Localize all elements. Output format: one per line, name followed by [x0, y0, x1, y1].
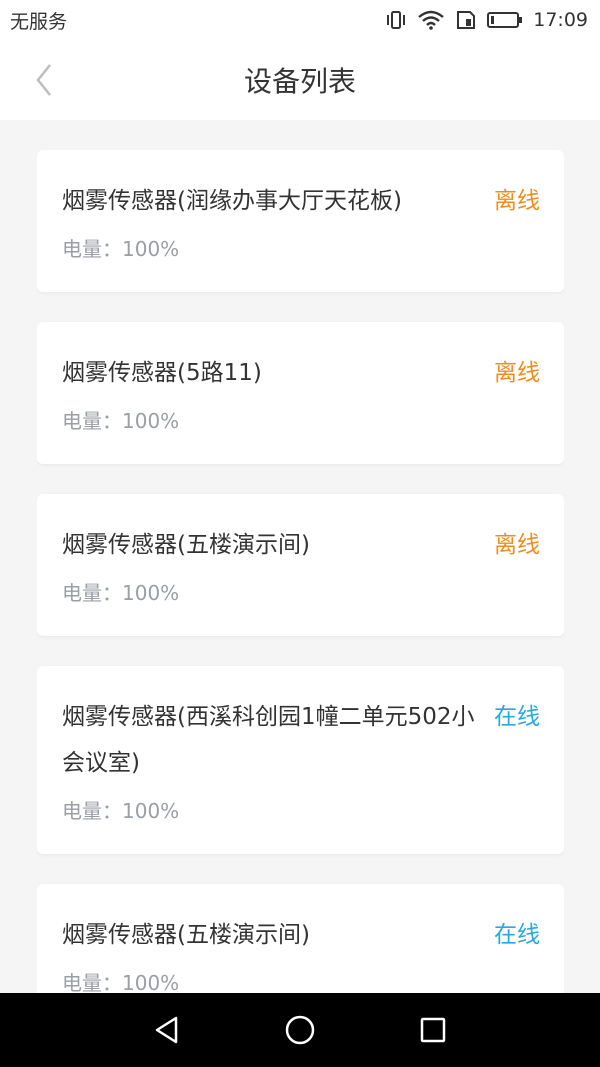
page-title: 设备列表: [243, 65, 356, 98]
device-list[interactable]: 烟雾传感器(润缘办事大厅天花板) 离线 电量： 100% 烟雾传感器(5路11) …: [37, 150, 564, 993]
back-triangle-icon: [155, 1016, 177, 1044]
battery-value: 100%: [122, 581, 180, 605]
battery-label: 电量：: [62, 237, 122, 261]
system-recents-button[interactable]: [413, 1010, 453, 1050]
battery-level: 电量： 100%: [62, 578, 540, 608]
app-header: 设备列表: [0, 40, 600, 120]
system-home-button[interactable]: [280, 1010, 320, 1050]
device-card[interactable]: 烟雾传感器(五楼演示间) 在线 电量： 100%: [37, 884, 564, 993]
status-bar: 无服务 17:09: [0, 0, 600, 40]
battery-icon: [487, 11, 523, 29]
battery-level: 电量： 100%: [62, 796, 540, 826]
device-card[interactable]: 烟雾传感器(西溪科创园1幢二单元502小会议室) 在线 电量： 100%: [37, 666, 564, 854]
battery-label: 电量：: [62, 409, 122, 433]
device-name: 烟雾传感器(5路11): [62, 360, 262, 386]
battery-level: 电量： 100%: [62, 406, 540, 436]
battery-level: 电量： 100%: [62, 234, 540, 264]
battery-value: 100%: [122, 799, 180, 823]
device-card[interactable]: 烟雾传感器(五楼演示间) 离线 电量： 100%: [37, 494, 564, 636]
device-status: 离线: [494, 360, 540, 386]
recents-square-icon: [421, 1017, 446, 1043]
chevron-left-icon: [36, 64, 51, 96]
device-name: 烟雾传感器(润缘办事大厅天花板): [62, 188, 402, 214]
device-name: 烟雾传感器(五楼演示间): [62, 532, 310, 558]
battery-value: 100%: [122, 237, 180, 261]
device-card[interactable]: 烟雾传感器(润缘办事大厅天花板) 离线 电量： 100%: [37, 150, 564, 292]
battery-level: 电量： 100%: [62, 968, 540, 993]
battery-value: 100%: [122, 409, 180, 433]
back-button[interactable]: [24, 58, 64, 102]
home-circle-icon: [285, 1015, 315, 1045]
battery-label: 电量：: [62, 799, 122, 823]
system-back-button[interactable]: [147, 1010, 187, 1050]
device-status: 离线: [494, 532, 540, 558]
sim-icon: [455, 10, 477, 30]
wifi-icon: [417, 10, 445, 30]
clock-text: 17:09: [533, 9, 588, 31]
system-navigation-bar: [0, 993, 600, 1067]
vibrate-icon: [385, 10, 407, 30]
battery-label: 电量：: [62, 971, 122, 993]
device-name: 烟雾传感器(五楼演示间): [62, 922, 310, 948]
device-status: 在线: [494, 704, 540, 730]
carrier-text: 无服务: [10, 10, 68, 33]
device-status: 离线: [494, 188, 540, 214]
device-status: 在线: [494, 922, 540, 948]
device-name: 烟雾传感器(西溪科创园1幢二单元502小会议室): [62, 704, 475, 776]
battery-value: 100%: [122, 971, 180, 993]
battery-label: 电量：: [62, 581, 122, 605]
status-icons: 17:09: [385, 9, 588, 31]
device-card[interactable]: 烟雾传感器(5路11) 离线 电量： 100%: [37, 322, 564, 464]
